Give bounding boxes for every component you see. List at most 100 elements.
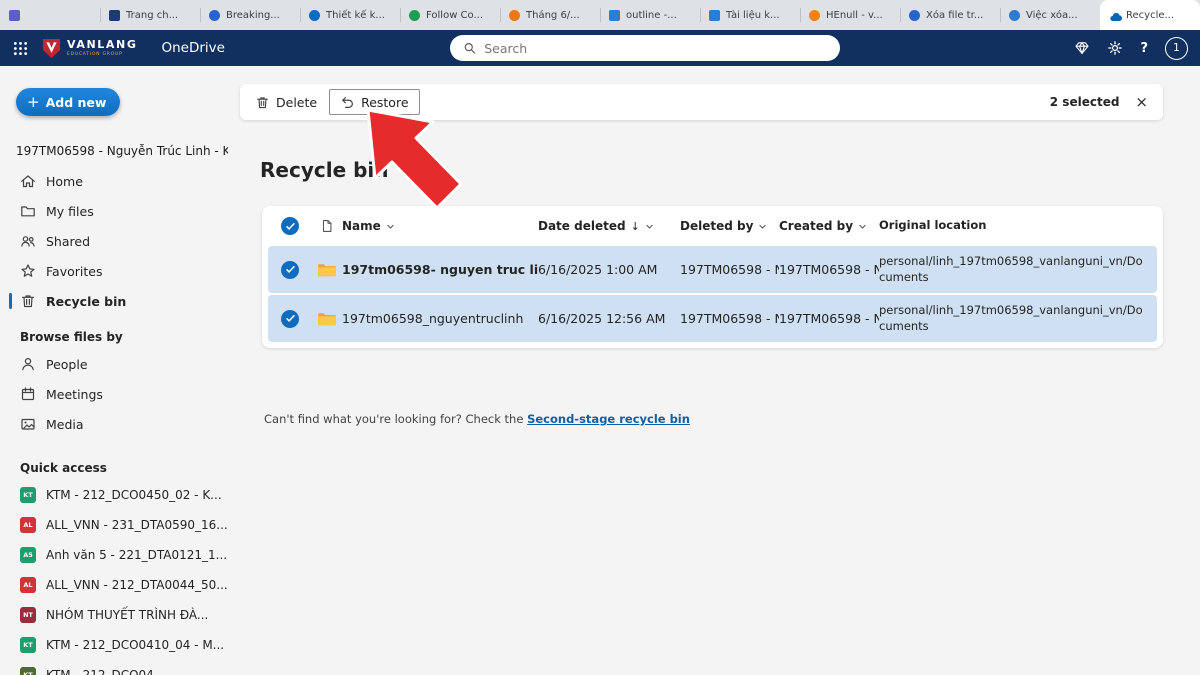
row-date-deleted: 6/16/2025 1:00 AM <box>538 262 680 277</box>
home-icon <box>20 173 36 189</box>
search-box[interactable] <box>450 35 840 61</box>
media-icon <box>20 416 36 432</box>
quick-access-item-ktm-212-dco0450-02-k[interactable]: KT KTM - 212_DCO0450_02 - K... <box>0 480 238 510</box>
restore-icon <box>340 95 355 110</box>
person-icon <box>20 356 36 372</box>
browser-tab-outline[interactable]: outline -... <box>600 0 700 30</box>
brand-name: VANLANG <box>67 39 137 51</box>
second-stage-recycle-bin-link[interactable]: Second-stage recycle bin <box>527 412 690 426</box>
folder-icon <box>20 203 36 219</box>
quick-access-item-ktm-212-dco04[interactable]: KT KTM - 212_DCO04... <box>0 660 238 675</box>
group-initials-icon: AL <box>20 577 36 593</box>
file-type-column-icon <box>312 219 342 233</box>
browser-tab-vi-c-x-a[interactable]: Việc xóa... <box>1000 0 1100 30</box>
quick-access-item-ktm-212-dco0410-04-m[interactable]: KT KTM - 212_DCO0410_04 - M... <box>0 630 238 660</box>
browser-tab-thi-t-k-k[interactable]: Thiết kế k... <box>300 0 400 30</box>
browser-tab-recycle[interactable]: Recycle... <box>1100 0 1200 30</box>
tab-favicon <box>1009 10 1020 21</box>
sidebar-item-home[interactable]: Home <box>0 166 238 196</box>
plus-icon: + <box>27 95 40 110</box>
sidebar: + Add new 197TM06598 - Nguyễn Trúc Linh … <box>0 66 238 675</box>
browser-tab-t-i-li-u-k[interactable]: Tài liệu k... <box>700 0 800 30</box>
quick-access-item-all-vnn-212-dta0044-50[interactable]: AL ALL_VNN - 212_DTA0044_50... <box>0 570 238 600</box>
row-created-by: 197TM06598 - Ng <box>779 262 879 277</box>
selection-count: 2 selected <box>1050 95 1120 109</box>
browser-tab-henull-v[interactable]: HEnull - v... <box>800 0 900 30</box>
browser-tab-tab[interactable] <box>0 0 100 30</box>
browser-tab-breaking[interactable]: Breaking... <box>200 0 300 30</box>
quick-access-item-nh-m-thuy-t-tr-nh[interactable]: NT NHÓM THUYẾT TRÌNH ĐÀ... <box>0 600 238 630</box>
row-checkbox[interactable] <box>281 310 299 328</box>
trash-icon <box>20 293 36 309</box>
browser-tab-trang-ch[interactable]: Trang ch... <box>100 0 200 30</box>
browse-by-nav: People Meetings Media <box>0 349 238 439</box>
chevron-down-icon <box>758 222 767 231</box>
quick-access-item-all-vnn-231-dta0590-16[interactable]: AL ALL_VNN - 231_DTA0590_16... <box>0 510 238 540</box>
onedrive-cloud-icon <box>1109 10 1120 21</box>
browser-tab-follow-co[interactable]: Follow Co... <box>400 0 500 30</box>
command-bar: Delete Restore 2 selected × <box>240 84 1163 120</box>
column-header-name[interactable]: Name <box>342 219 538 233</box>
row-checkbox[interactable] <box>281 261 299 279</box>
browse-item-people[interactable]: People <box>0 349 238 379</box>
column-header-date-deleted[interactable]: Date deleted ↓ <box>538 219 680 233</box>
app-launcher-button[interactable] <box>0 30 40 66</box>
delete-button[interactable]: Delete <box>255 89 317 115</box>
group-initials-icon: AL <box>20 517 36 533</box>
account-label: 197TM06598 - Nguyễn Trúc Linh - K2... <box>16 144 228 158</box>
search-icon <box>463 41 476 55</box>
help-icon[interactable]: ? <box>1140 41 1148 56</box>
sidebar-item-my-files[interactable]: My files <box>0 196 238 226</box>
chevron-down-icon <box>645 222 654 231</box>
sidebar-item-shared[interactable]: Shared <box>0 226 238 256</box>
browser-tab-th-ng-6[interactable]: Tháng 6/... <box>500 0 600 30</box>
premium-diamond-icon[interactable] <box>1074 40 1090 56</box>
column-header-created-by[interactable]: Created by <box>779 219 879 233</box>
table-row[interactable]: 197tm06598- nguyen truc linh 6/16/2025 1… <box>268 246 1157 293</box>
quick-access-item-anh-v-n-5-221-dta0121-1[interactable]: A5 Anh văn 5 - 221_DTA0121_1... <box>0 540 238 570</box>
trash-icon <box>255 95 270 110</box>
second-stage-note: Can't find what you're looking for? Chec… <box>264 412 690 426</box>
tab-favicon <box>309 10 320 21</box>
search-input[interactable] <box>484 41 827 56</box>
row-date-deleted: 6/16/2025 12:56 AM <box>538 311 680 326</box>
folder-icon <box>312 311 342 327</box>
screen: Trang ch... Breaking... Thiết kế k... Fo… <box>0 0 1200 675</box>
clear-selection-icon[interactable]: × <box>1135 95 1148 110</box>
group-initials-icon: KT <box>20 487 36 503</box>
sidebar-item-favorites[interactable]: Favorites <box>0 256 238 286</box>
calendar-icon <box>20 386 36 402</box>
account-avatar[interactable]: 1 <box>1165 37 1188 60</box>
column-header-deleted-by[interactable]: Deleted by <box>680 219 779 233</box>
app-header: VANLANG EDUCATION GROUP OneDrive <box>0 30 1200 66</box>
row-name: 197tm06598- nguyen truc linh <box>342 262 538 277</box>
tab-favicon <box>809 10 820 21</box>
row-created-by: 197TM06598 - Ng <box>779 311 879 326</box>
select-all-checkbox[interactable] <box>281 217 299 235</box>
brand-subtitle: EDUCATION GROUP <box>67 52 137 57</box>
settings-gear-icon[interactable] <box>1107 40 1123 56</box>
folder-icon <box>312 262 342 278</box>
row-name: 197tm06598_nguyentruclinh <box>342 311 538 326</box>
browse-item-meetings[interactable]: Meetings <box>0 379 238 409</box>
add-new-button[interactable]: + Add new <box>16 88 120 116</box>
main-content: Delete Restore 2 selected × Recycle bin <box>238 66 1200 675</box>
column-header-original-location[interactable]: Original location <box>879 213 1157 239</box>
tab-favicon <box>109 10 120 21</box>
browse-item-media[interactable]: Media <box>0 409 238 439</box>
row-deleted-by: 197TM06598 - Ng <box>680 311 779 326</box>
tab-favicon <box>909 10 920 21</box>
sidebar-item-recycle-bin[interactable]: Recycle bin <box>0 286 238 316</box>
table-row[interactable]: 197tm06598_nguyentruclinh 6/16/2025 12:5… <box>268 295 1157 342</box>
group-initials-icon: NT <box>20 607 36 623</box>
browser-tab-x-a-file-tr[interactable]: Xóa file tr... <box>900 0 1000 30</box>
restore-button[interactable]: Restore <box>329 89 419 115</box>
vanlang-shield-icon <box>42 38 61 59</box>
table-header-row: Name Date deleted ↓ Deleted by Created b… <box>268 208 1157 244</box>
group-initials-icon: KT <box>20 637 36 653</box>
browser-tab-bar: Trang ch... Breaking... Thiết kế k... Fo… <box>0 0 1200 30</box>
chevron-down-icon <box>386 222 395 231</box>
tab-favicon <box>509 10 520 21</box>
app-title: OneDrive <box>161 40 224 56</box>
quick-access-label: Quick access <box>20 461 238 475</box>
